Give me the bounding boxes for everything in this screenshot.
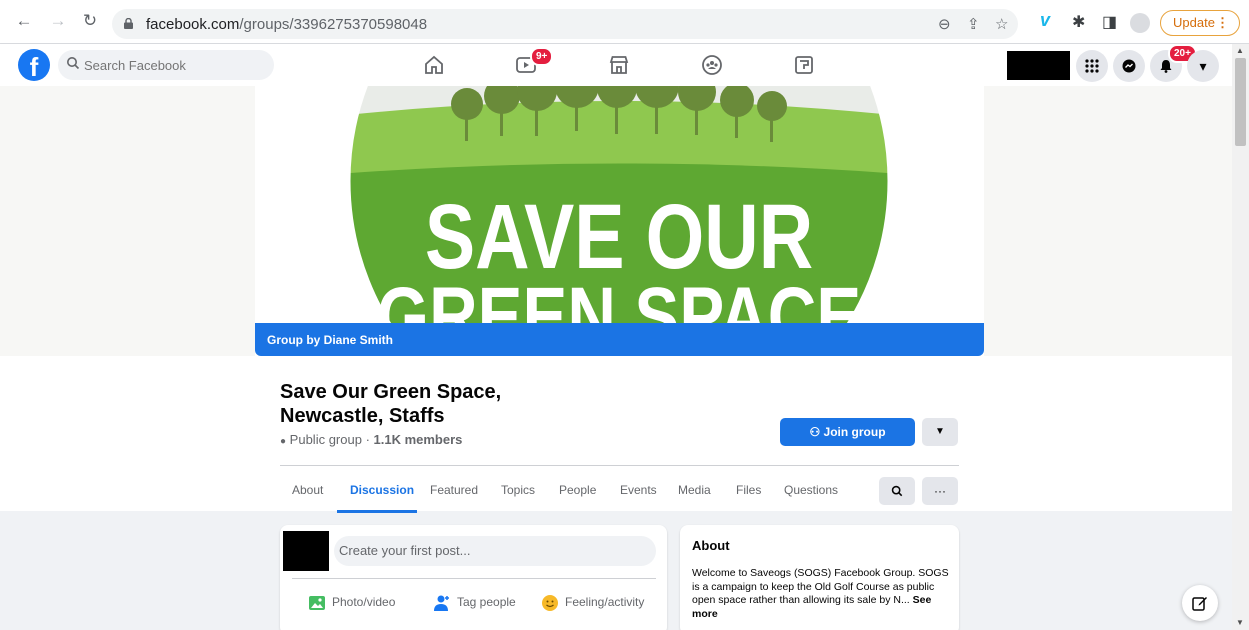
url-text: facebook.com/groups/3396275370598048 (146, 16, 428, 33)
facebook-topbar: f 9+ 20+ ▾ (0, 44, 1232, 86)
redacted-profile[interactable] (1007, 51, 1070, 80)
active-tab-indicator (337, 510, 417, 513)
chevron-down-icon: ▼ (935, 426, 945, 437)
search-box[interactable] (58, 50, 274, 80)
ellipsis-icon: ··· (934, 484, 946, 498)
join-label: Join group (823, 425, 886, 439)
header-white-panel (0, 356, 1232, 511)
gaming-icon[interactable] (792, 53, 816, 77)
new-message-button[interactable] (1182, 585, 1218, 621)
tab-featured[interactable]: Featured (430, 483, 478, 497)
forward-arrow-icon[interactable]: → (48, 11, 68, 31)
share-icon[interactable]: ⇪ (967, 15, 980, 33)
menu-grid-icon[interactable] (1076, 50, 1108, 82)
back-arrow-icon[interactable]: ← (14, 11, 34, 31)
globe-icon: ● (280, 436, 287, 447)
about-description: Welcome to Saveogs (SOGS) Facebook Group… (692, 567, 952, 621)
compose-icon (1192, 597, 1207, 611)
vimeo-extension-icon[interactable]: v (1040, 10, 1050, 31)
address-bar[interactable]: facebook.com/groups/3396275370598048 ⊖ ⇪… (112, 9, 1018, 39)
kebab-menu-icon: ⋮ (1216, 15, 1229, 30)
profile-avatar-icon[interactable] (1130, 13, 1150, 33)
group-search-button[interactable] (879, 477, 915, 505)
smiley-icon (542, 594, 558, 611)
tab-about[interactable]: About (292, 483, 323, 497)
cover-line-2: GREEN SPACE (377, 270, 861, 324)
create-post-placeholder: Create your first post... (339, 543, 471, 558)
members-count[interactable]: 1.1K members (374, 432, 463, 447)
tab-discussion[interactable]: Discussion (350, 483, 414, 497)
join-group-button[interactable]: ⚇ Join group (780, 418, 915, 446)
facebook-logo-icon[interactable]: f (18, 49, 50, 81)
composer-divider (292, 578, 656, 579)
page-scrollbar[interactable]: ▲ ▼ (1232, 44, 1249, 630)
feeling-activity-label: Feeling/activity (565, 595, 645, 609)
watch-badge: 9+ (530, 47, 554, 66)
group-owner-label: Group by Diane Smith (267, 333, 394, 347)
marketplace-icon[interactable] (607, 53, 631, 77)
update-label: Update (1173, 15, 1215, 30)
group-title[interactable]: Save Our Green Space, Newcastle, Staffs (280, 380, 580, 428)
tab-events[interactable]: Events (620, 483, 657, 497)
header-divider (280, 465, 959, 466)
messenger-icon[interactable] (1113, 50, 1145, 82)
tab-more-button[interactable]: ··· (922, 477, 958, 505)
group-meta: ● Public group · 1.1K members (280, 432, 462, 447)
side-panel-icon[interactable]: ◨ (1102, 12, 1117, 32)
scroll-down-icon[interactable]: ▼ (1236, 618, 1244, 627)
home-icon[interactable] (422, 53, 446, 77)
zoom-icon[interactable]: ⊖ (938, 15, 951, 33)
cover-photo[interactable]: SAVE OUR GREEN SPACE (255, 86, 984, 324)
photo-icon (309, 595, 325, 610)
tab-topics[interactable]: Topics (501, 483, 535, 497)
photo-video-label: Photo/video (332, 595, 396, 609)
feeling-activity-button[interactable]: Feeling/activity (541, 592, 644, 612)
photo-video-button[interactable]: Photo/video (308, 592, 395, 612)
more-options-button[interactable]: ▼ (922, 418, 958, 446)
lock-icon (124, 18, 133, 29)
search-icon (67, 57, 80, 70)
star-icon[interactable]: ☆ (995, 15, 1008, 33)
reload-icon[interactable]: ↻ (80, 11, 100, 31)
create-post-input[interactable]: Create your first post... (334, 536, 656, 566)
scroll-up-icon[interactable]: ▲ (1236, 46, 1244, 55)
cover-logo-graphic: SAVE OUR GREEN SPACE (347, 86, 891, 324)
about-text: Welcome to Saveogs (SOGS) Facebook Group… (692, 567, 949, 606)
avatar[interactable] (283, 531, 329, 571)
privacy-label[interactable]: Public group (290, 432, 362, 447)
meta-separator: · (361, 432, 374, 447)
group-owner-bar[interactable]: Group by Diane Smith (255, 323, 984, 356)
join-icon: ⚇ (809, 425, 821, 439)
about-heading: About (692, 538, 730, 553)
tab-files[interactable]: Files (736, 483, 761, 497)
puzzle-extensions-icon[interactable]: ✱ (1072, 12, 1085, 32)
scroll-thumb[interactable] (1235, 58, 1246, 146)
tab-questions[interactable]: Questions (784, 483, 838, 497)
tag-people-button[interactable]: Tag people (433, 592, 516, 612)
groups-icon[interactable] (700, 53, 724, 77)
tag-people-label: Tag people (457, 595, 516, 609)
search-icon (891, 485, 903, 497)
tab-people[interactable]: People (559, 483, 596, 497)
browser-toolbar: ← → ↻ facebook.com/groups/33962753705980… (0, 0, 1249, 44)
update-button[interactable]: Update ⋮ (1160, 10, 1240, 36)
account-caret-icon[interactable]: ▾ (1187, 50, 1219, 82)
tab-media[interactable]: Media (678, 483, 711, 497)
tag-people-icon (434, 595, 449, 611)
search-input[interactable] (84, 50, 264, 80)
